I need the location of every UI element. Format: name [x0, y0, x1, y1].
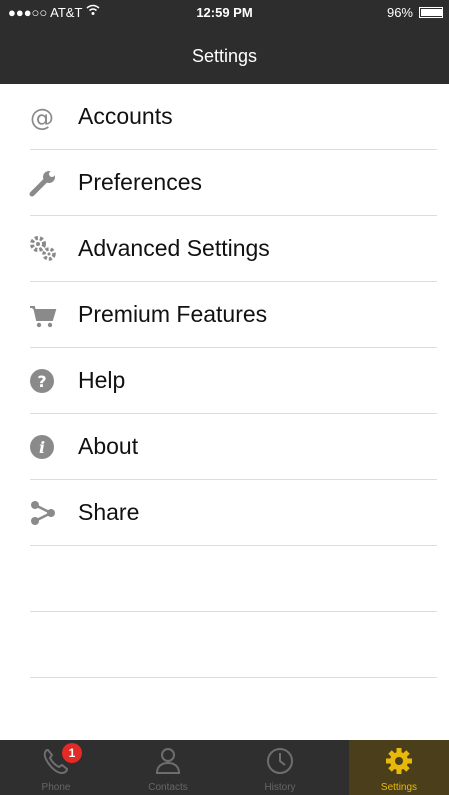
tab-history[interactable]: History [224, 740, 336, 795]
wrench-icon [28, 168, 58, 198]
info-icon: i [28, 432, 58, 462]
divider [30, 677, 437, 678]
at-icon: @ [28, 102, 58, 132]
tab-bar: 1 Phone Contacts History Settings [0, 740, 449, 795]
help-icon: ? [28, 366, 58, 396]
menu-label: Accounts [78, 103, 173, 129]
gears-icon [28, 234, 58, 264]
menu-item-share[interactable]: Share [0, 480, 449, 546]
svg-text:@: @ [30, 104, 54, 132]
battery-indicator: 96% [387, 5, 443, 20]
status-time: 12:59 PM [196, 5, 253, 20]
share-icon [28, 498, 58, 528]
tab-label: Settings [380, 782, 418, 793]
clock-icon [267, 748, 293, 774]
empty-row [0, 546, 449, 612]
menu-label: About [78, 433, 139, 459]
menu-label: Premium Features [78, 301, 268, 327]
gear-icon [386, 748, 412, 774]
menu-label: Share [78, 499, 140, 525]
menu-item-premium-features[interactable]: Premium Features [0, 282, 449, 348]
person-icon [155, 748, 181, 774]
notification-badge: 1 [62, 743, 82, 763]
page-title: Settings [191, 46, 258, 66]
svg-text:?: ? [37, 372, 46, 391]
navigation-bar: Settings [0, 26, 449, 84]
battery-percent: 96% [386, 5, 413, 20]
menu-item-advanced-settings[interactable]: Advanced Settings [0, 216, 449, 282]
svg-text:i: i [39, 438, 45, 457]
menu-label: Advanced Settings [78, 235, 270, 261]
menu-label: Help [78, 367, 126, 393]
cart-icon [28, 300, 58, 330]
tab-settings[interactable]: Settings [349, 740, 449, 795]
menu-item-help[interactable]: ? Help [0, 348, 449, 414]
status-bar: ●●●○○ AT&T 12:59 PM 96% [0, 0, 449, 26]
tab-phone[interactable]: 1 Phone [0, 740, 112, 795]
tab-label: History [264, 782, 296, 793]
tab-label: Contacts [148, 782, 188, 793]
settings-list: @ Accounts Preferences Advanced Settings… [0, 84, 449, 678]
tab-label: Phone [41, 782, 71, 793]
tab-contacts[interactable]: Contacts [112, 740, 224, 795]
menu-item-preferences[interactable]: Preferences [0, 150, 449, 216]
menu-label: Preferences [78, 169, 203, 195]
menu-item-about[interactable]: i About [0, 414, 449, 480]
menu-item-accounts[interactable]: @ Accounts [0, 84, 449, 150]
battery-icon [419, 7, 443, 18]
empty-row [0, 612, 449, 678]
